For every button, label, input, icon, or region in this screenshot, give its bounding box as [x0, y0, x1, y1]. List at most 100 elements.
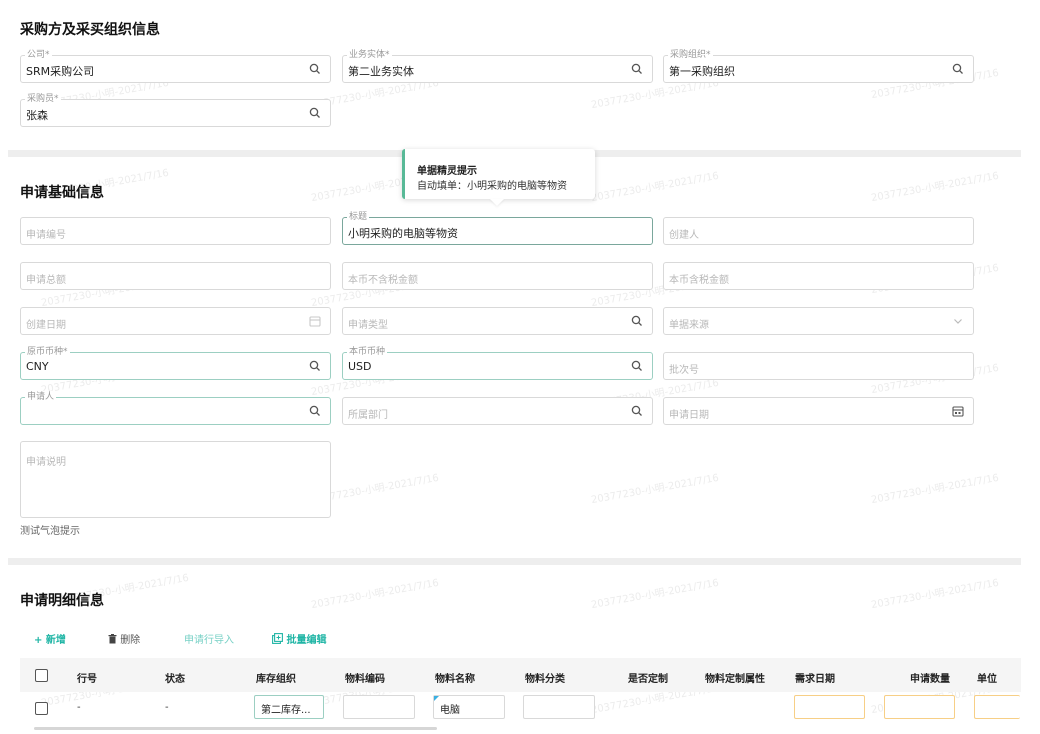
business-entity-field[interactable]: 业务实体* 第二业务实体	[342, 49, 653, 83]
material-code-cell[interactable]	[343, 695, 415, 719]
unit-cell[interactable]	[974, 695, 1020, 719]
doc-assistant-tooltip: 单据精灵提示 自动填单：小明采购的电脑等物资	[402, 149, 595, 206]
col-quantity: 申请数量	[910, 674, 950, 685]
col-is-custom: 是否定制	[628, 674, 668, 685]
col-material-code: 物料编码	[345, 674, 385, 685]
tooltip-arrow	[490, 199, 504, 206]
quantity-cell[interactable]	[884, 695, 955, 719]
batch-edit-button[interactable]: 批量编辑	[272, 631, 326, 646]
request-date-placeholder: 申请日期	[669, 410, 709, 421]
search-icon[interactable]	[630, 404, 644, 418]
subject-field[interactable]: 标题 小明采购的电脑等物资	[342, 211, 653, 245]
calendar-icon	[309, 316, 321, 327]
add-button[interactable]: + 新增	[34, 631, 66, 646]
source-currency-label: 原币币种	[27, 347, 64, 357]
source-currency-field[interactable]: 原币币种* CNY	[20, 346, 331, 380]
request-type-field[interactable]: 申请类型	[342, 307, 653, 335]
inventory-org-value: 第二库存...	[261, 705, 311, 716]
chevron-down-icon[interactable]	[951, 314, 965, 328]
required-mark: *	[54, 94, 59, 104]
search-icon[interactable]	[630, 359, 644, 373]
doc-source-field[interactable]: 单据来源	[663, 307, 974, 335]
col-line-no: 行号	[77, 674, 97, 685]
import-button[interactable]: 申请行导入	[184, 631, 234, 646]
row-status: -	[165, 702, 169, 713]
col-unit: 单位	[977, 674, 997, 685]
section-title-details: 申请明细信息	[20, 593, 104, 609]
bubble-hint-text: 测试气泡提示	[20, 526, 80, 537]
col-inventory-org: 库存组织	[256, 674, 296, 685]
required-mark: *	[385, 50, 390, 60]
buyer-value: 张森	[26, 109, 48, 122]
col-material-category: 物料分类	[525, 674, 565, 685]
batch-edit-icon	[272, 633, 283, 644]
search-icon[interactable]	[308, 62, 322, 76]
subject-value: 小明采购的电脑等物资	[348, 227, 458, 240]
material-category-cell[interactable]	[523, 695, 595, 719]
required-mark: *	[706, 50, 711, 60]
local-currency-label: 本币币种	[347, 346, 388, 358]
section-title-basic-info: 申请基础信息	[20, 185, 104, 201]
purchase-org-field[interactable]: 采购组织* 第一采购组织	[663, 49, 974, 83]
department-placeholder: 所属部门	[348, 410, 388, 421]
edited-corner-mark	[434, 696, 439, 701]
local-excl-tax-placeholder: 本币不含税金额	[348, 275, 418, 286]
material-name-value: 电脑	[440, 705, 460, 716]
local-excl-tax-field[interactable]: 本币不含税金额	[342, 262, 653, 290]
local-incl-tax-field[interactable]: 本币含税金额	[663, 262, 974, 290]
watermark: 20377230-小明-2021/7/16	[870, 170, 1000, 205]
description-textarea[interactable]: 申请说明	[20, 441, 331, 518]
required-mark: *	[63, 347, 68, 357]
trash-icon	[108, 634, 117, 644]
row-checkbox[interactable]	[35, 702, 48, 715]
company-value: SRM采购公司	[26, 65, 95, 78]
request-no-placeholder: 申请编号	[26, 230, 66, 241]
local-currency-value: USD	[348, 360, 372, 373]
business-entity-label: 业务实体	[349, 50, 386, 60]
source-currency-value: CNY	[26, 360, 49, 373]
buyer-field[interactable]: 采购员* 张森	[20, 93, 331, 127]
total-amount-field[interactable]: 申请总额	[20, 262, 331, 290]
plus-icon: +	[34, 635, 43, 646]
creator-placeholder: 创建人	[669, 230, 699, 241]
delete-button[interactable]: 删除	[108, 631, 140, 646]
search-icon[interactable]	[308, 106, 322, 120]
search-icon[interactable]	[630, 62, 644, 76]
business-entity-value: 第二业务实体	[348, 65, 414, 78]
watermark: 20377230-小明-2021/7/16	[310, 577, 440, 612]
department-field[interactable]: 所属部门	[342, 397, 653, 425]
row-line-no: -	[77, 702, 81, 713]
select-all-checkbox[interactable]	[35, 669, 48, 682]
search-icon[interactable]	[308, 359, 322, 373]
add-label: 新增	[45, 635, 66, 646]
local-currency-field[interactable]: 本币币种 USD	[342, 346, 653, 380]
applicant-field[interactable]: 申请人	[20, 391, 331, 425]
demand-date-cell[interactable]	[794, 695, 865, 719]
create-date-field[interactable]: 创建日期	[20, 307, 331, 335]
watermark: 20377230-小明-2021/7/16	[590, 472, 720, 507]
request-no-field[interactable]: 申请编号	[20, 217, 331, 245]
creator-field[interactable]: 创建人	[663, 217, 974, 245]
tooltip-body: 自动填单：小明采购的电脑等物资	[417, 181, 567, 192]
applicant-label: 申请人	[25, 391, 57, 403]
import-label: 申请行导入	[184, 635, 234, 646]
create-date-placeholder: 创建日期	[26, 320, 66, 331]
doc-source-placeholder: 单据来源	[669, 320, 709, 331]
search-icon[interactable]	[951, 62, 965, 76]
batch-no-field[interactable]: 批次号	[663, 352, 974, 380]
search-icon[interactable]	[308, 404, 322, 418]
request-type-placeholder: 申请类型	[348, 320, 388, 331]
col-status: 状态	[165, 674, 185, 685]
watermark: 20377230-小明-2021/7/16	[870, 472, 1000, 507]
company-field[interactable]: 公司* SRM采购公司	[20, 49, 331, 83]
inventory-org-cell[interactable]: 第二库存...	[254, 695, 324, 719]
material-name-cell[interactable]: 电脑	[433, 695, 505, 719]
request-date-field[interactable]: 申请日期	[663, 397, 974, 425]
calendar-icon[interactable]	[951, 404, 965, 418]
search-icon[interactable]	[630, 314, 644, 328]
col-custom-attr: 物料定制属性	[705, 674, 765, 685]
purchase-org-value: 第一采购组织	[669, 65, 735, 78]
watermark: 20377230-小明-2021/7/16	[870, 577, 1000, 612]
table-scrollbar[interactable]	[34, 727, 437, 730]
watermark: 20377230-小明-2021/7/16	[590, 170, 720, 205]
